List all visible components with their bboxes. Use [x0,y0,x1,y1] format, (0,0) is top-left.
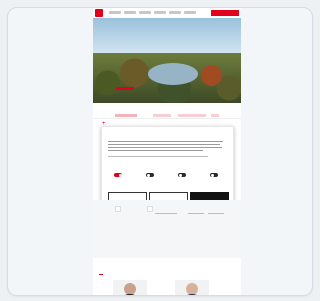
toggle-switch[interactable] [178,173,186,177]
consent-toggle-group [172,167,192,181]
cookie-consent-dialog [101,126,234,202]
nav-item[interactable] [124,11,136,14]
hero-image [93,18,241,103]
person-torso [180,294,204,295]
tab-item[interactable] [115,114,137,117]
consent-text-line [108,147,222,148]
nav-item[interactable] [184,11,196,14]
tab-bar [93,114,241,120]
tab-item[interactable] [211,114,219,117]
hero-lake [148,63,198,85]
area-tag[interactable] [147,206,153,212]
consent-toggle-group [204,167,224,181]
contact-section [93,200,241,258]
text-placeholder-line [155,213,177,214]
nav-item[interactable] [109,11,121,14]
toggle-switch[interactable] [210,173,218,177]
person-photo [113,280,147,295]
logo[interactable] [95,9,103,17]
hero-subtitle [116,87,134,90]
toggle-switch[interactable] [114,173,122,177]
consent-link-line[interactable] [108,156,208,157]
consent-text-line [108,150,203,151]
consent-text-line [108,141,223,142]
consent-toggle-group [140,167,160,181]
toggle-switch[interactable] [146,173,154,177]
nav-item[interactable] [169,11,181,14]
area-tag[interactable] [115,206,121,212]
consent-toggle-group [108,167,128,181]
person-photo [175,280,209,295]
consent-text-line [108,144,220,145]
nav-item[interactable] [139,11,151,14]
tab-item[interactable] [153,114,171,117]
webpage-screenshot: + [93,8,241,295]
tab-item[interactable] [178,114,206,117]
divider [93,118,241,119]
top-cta-button[interactable] [211,10,239,16]
person-torso [118,294,142,295]
section-accent [99,274,103,275]
text-placeholder-line [188,213,204,214]
text-placeholder-line [208,213,224,214]
nav-item[interactable] [154,11,166,14]
